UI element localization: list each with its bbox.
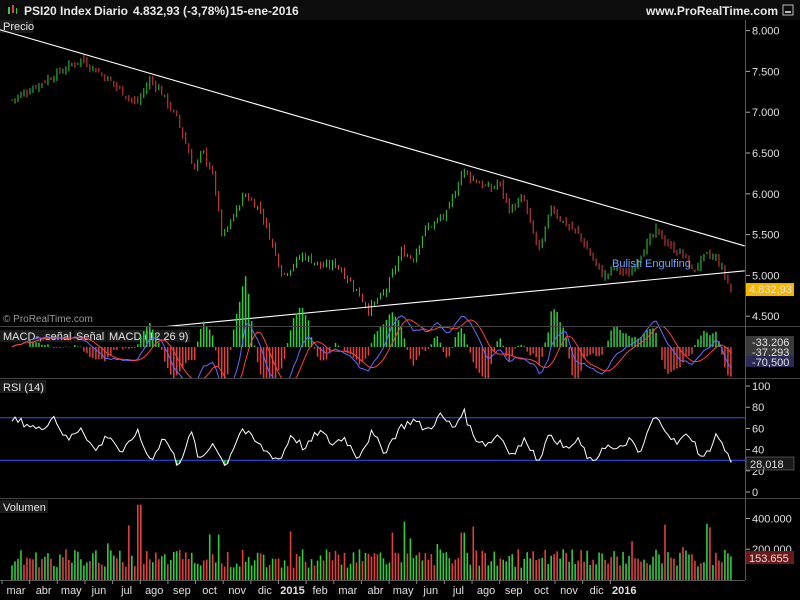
x-axis-label: oct [202,585,217,597]
chart-panels: Precio Bulish Engulfing © ProRealTime.co… [0,20,800,600]
x-axis-label: jun [91,585,107,597]
rsi-panel: RSI (14) 020406080100 28,018 [0,379,795,499]
x-axis-label: may [393,585,414,597]
rsi-tick-label: 80 [752,402,764,414]
chart-type-icon[interactable] [6,4,18,16]
site-link[interactable]: www.ProRealTime.com [646,4,778,18]
chart-header: PSI20 Index Diario 4.832,93 (-3,78%) 15-… [0,0,800,20]
x-axis-label: oct [534,585,549,597]
price-tick-label: 6.000 [752,189,780,201]
price-panel-title: Precio [3,21,34,33]
x-axis-label: 2016 [612,585,636,597]
x-axis-label: may [61,585,82,597]
x-axis-label: jun [422,585,438,597]
rsi-tick-label: 60 [752,423,764,435]
x-axis-label: nov [228,585,246,597]
rsi-tick-label: 0 [752,487,758,499]
x-axis-label: feb [313,585,328,597]
rsi-tick-label: 100 [752,381,770,393]
minimize-icon[interactable] [782,4,794,16]
x-axis-label: nov [560,585,578,597]
last-quote: 4.832,93 (-3,78%) [133,4,230,18]
macd-value-3: -70,500 [752,357,789,369]
volume-tick-label: 400.000 [752,513,792,525]
x-axis-label: sep [173,585,191,597]
price-tick-label: 8.000 [752,26,780,38]
rsi-tick-label: 40 [752,445,764,457]
price-tick-label: 4.500 [752,311,780,323]
x-axis-label: ago [145,585,163,597]
x-axis-label: jul [120,585,132,597]
x-axis-label: 2015 [280,585,304,597]
pattern-annotation: Bulish Engulfing [612,258,691,270]
period-label: Diario [94,4,129,18]
x-axis-label: sep [505,585,523,597]
volume-panel-title: Volumen [3,502,46,514]
x-axis: mar abr may jun jul ago sep oct nov dic 2015 feb mar… [0,580,800,600]
watermark: © ProRealTime.com [3,314,93,325]
x-axis-label: mar [7,585,26,597]
x-axis-label: abr [36,585,52,597]
price-panel: Precio Bulish Engulfing © ProRealTime.co… [0,20,794,344]
x-axis-label: abr [367,585,383,597]
quote-date: 15-ene-2016 [230,4,299,18]
last-price-tag: 4.832,93 [746,283,794,297]
price-tick-label: 7.000 [752,107,780,119]
rsi-last-value: 28,018 [750,459,784,471]
x-axis-label: mar [338,585,357,597]
volume-panel: Volumen 200.000400.000 153.655 [0,499,794,580]
price-tick-label: 6.500 [752,148,780,160]
x-axis-label: ago [477,585,495,597]
x-axis-label: dic [258,585,273,597]
last-price-value: 4.832,93 [749,284,792,296]
macd-value-tags: -33,206 -37,293 -70,500 [746,336,794,369]
symbol-name: PSI20 Index [24,4,92,18]
x-axis-label: dic [590,585,605,597]
volume-last-value: 153.655 [749,553,789,565]
rsi-panel-title: RSI (14) [3,382,44,394]
x-axis-label: jul [452,585,464,597]
price-tick-label: 7.500 [752,66,780,78]
price-tick-label: 5.500 [752,230,780,242]
price-tick-label: 5.000 [752,270,780,282]
